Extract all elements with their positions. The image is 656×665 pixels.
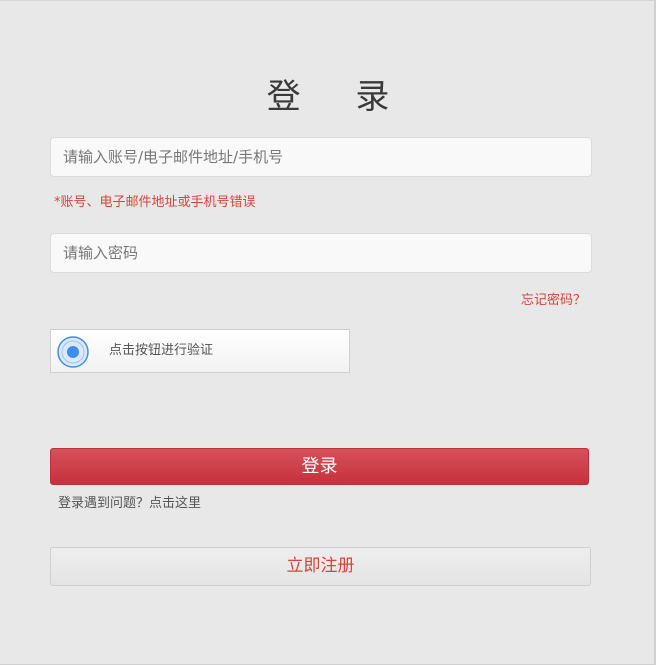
register-button[interactable]: 立即注册 [50, 547, 591, 586]
account-input[interactable] [50, 137, 592, 177]
page-title: 登 录 [266, 77, 412, 117]
password-input[interactable] [50, 233, 592, 273]
account-error-message: *账号、电子邮件地址或手机号错误 [54, 195, 256, 210]
captcha-label: 点击按钮进行验证 [109, 343, 214, 358]
captcha-verify-button[interactable]: 点击按钮进行验证 [50, 329, 350, 373]
login-button[interactable]: 登录 [50, 448, 589, 485]
login-help-link[interactable]: 登录遇到问题？点击这里 [58, 492, 201, 511]
shield-check-icon [57, 336, 89, 368]
forgot-password-link[interactable]: 忘记密码？ [521, 289, 586, 308]
